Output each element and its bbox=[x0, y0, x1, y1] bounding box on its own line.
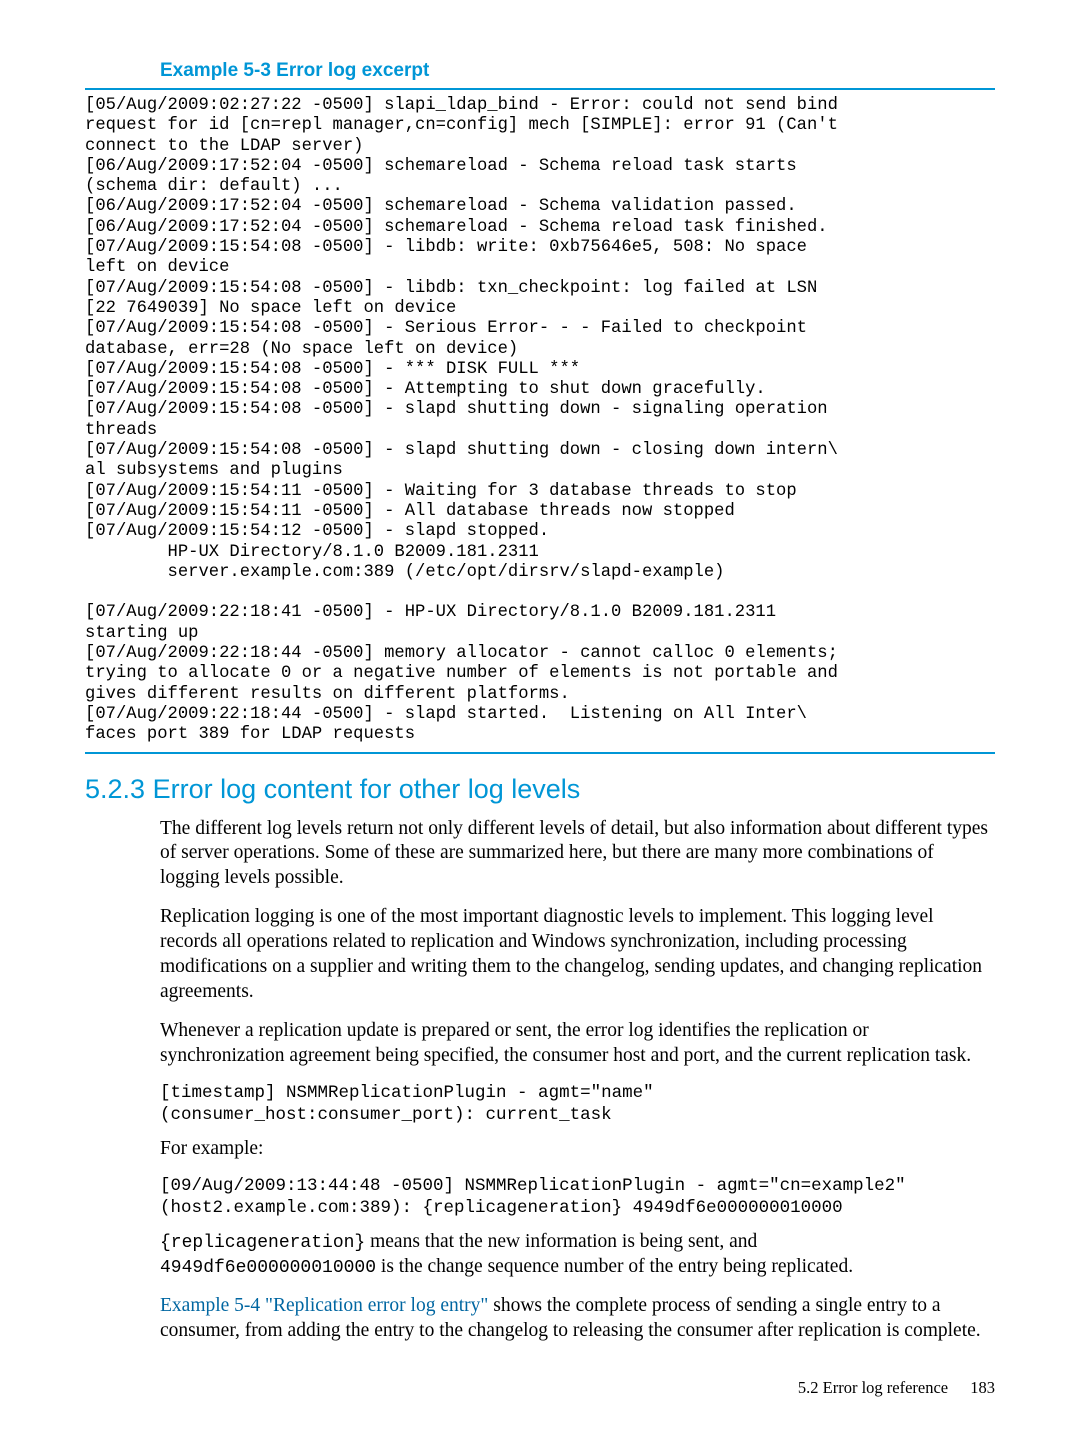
section-heading: 5.2.3 Error log content for other log le… bbox=[85, 774, 995, 805]
code-snippet: [09/Aug/2009:13:44:48 -0500] NSMMReplica… bbox=[160, 1176, 995, 1220]
paragraph: {replicageneration} means that the new i… bbox=[160, 1230, 995, 1280]
footer-section-ref: 5.2 Error log reference bbox=[798, 1378, 948, 1397]
text-run: is the change sequence number of the ent… bbox=[376, 1256, 853, 1277]
page-footer: 5.2 Error log reference 183 bbox=[798, 1378, 995, 1398]
cross-reference-link[interactable]: Example 5-4 "Replication error log entry… bbox=[160, 1295, 488, 1316]
error-log-code-block: [05/Aug/2009:02:27:22 -0500] slapi_ldap_… bbox=[85, 88, 995, 754]
paragraph: For example: bbox=[160, 1137, 995, 1162]
example-title: Example 5-3 Error log excerpt bbox=[160, 60, 995, 82]
footer-page-number: 183 bbox=[970, 1378, 995, 1397]
section-number: 5.2.3 bbox=[85, 774, 145, 804]
paragraph: Example 5-4 "Replication error log entry… bbox=[160, 1294, 995, 1344]
code-snippet: [timestamp] NSMMReplicationPlugin - agmt… bbox=[160, 1083, 995, 1127]
section-title-text: Error log content for other log levels bbox=[153, 774, 581, 804]
paragraph: The different log levels return not only… bbox=[160, 817, 995, 892]
paragraph: Replication logging is one of the most i… bbox=[160, 905, 995, 1005]
inline-code: 4949df6e000000010000 bbox=[160, 1258, 376, 1278]
paragraph: Whenever a replication update is prepare… bbox=[160, 1019, 995, 1069]
inline-code: {replicageneration} bbox=[160, 1233, 365, 1253]
text-run: means that the new information is being … bbox=[365, 1231, 757, 1252]
